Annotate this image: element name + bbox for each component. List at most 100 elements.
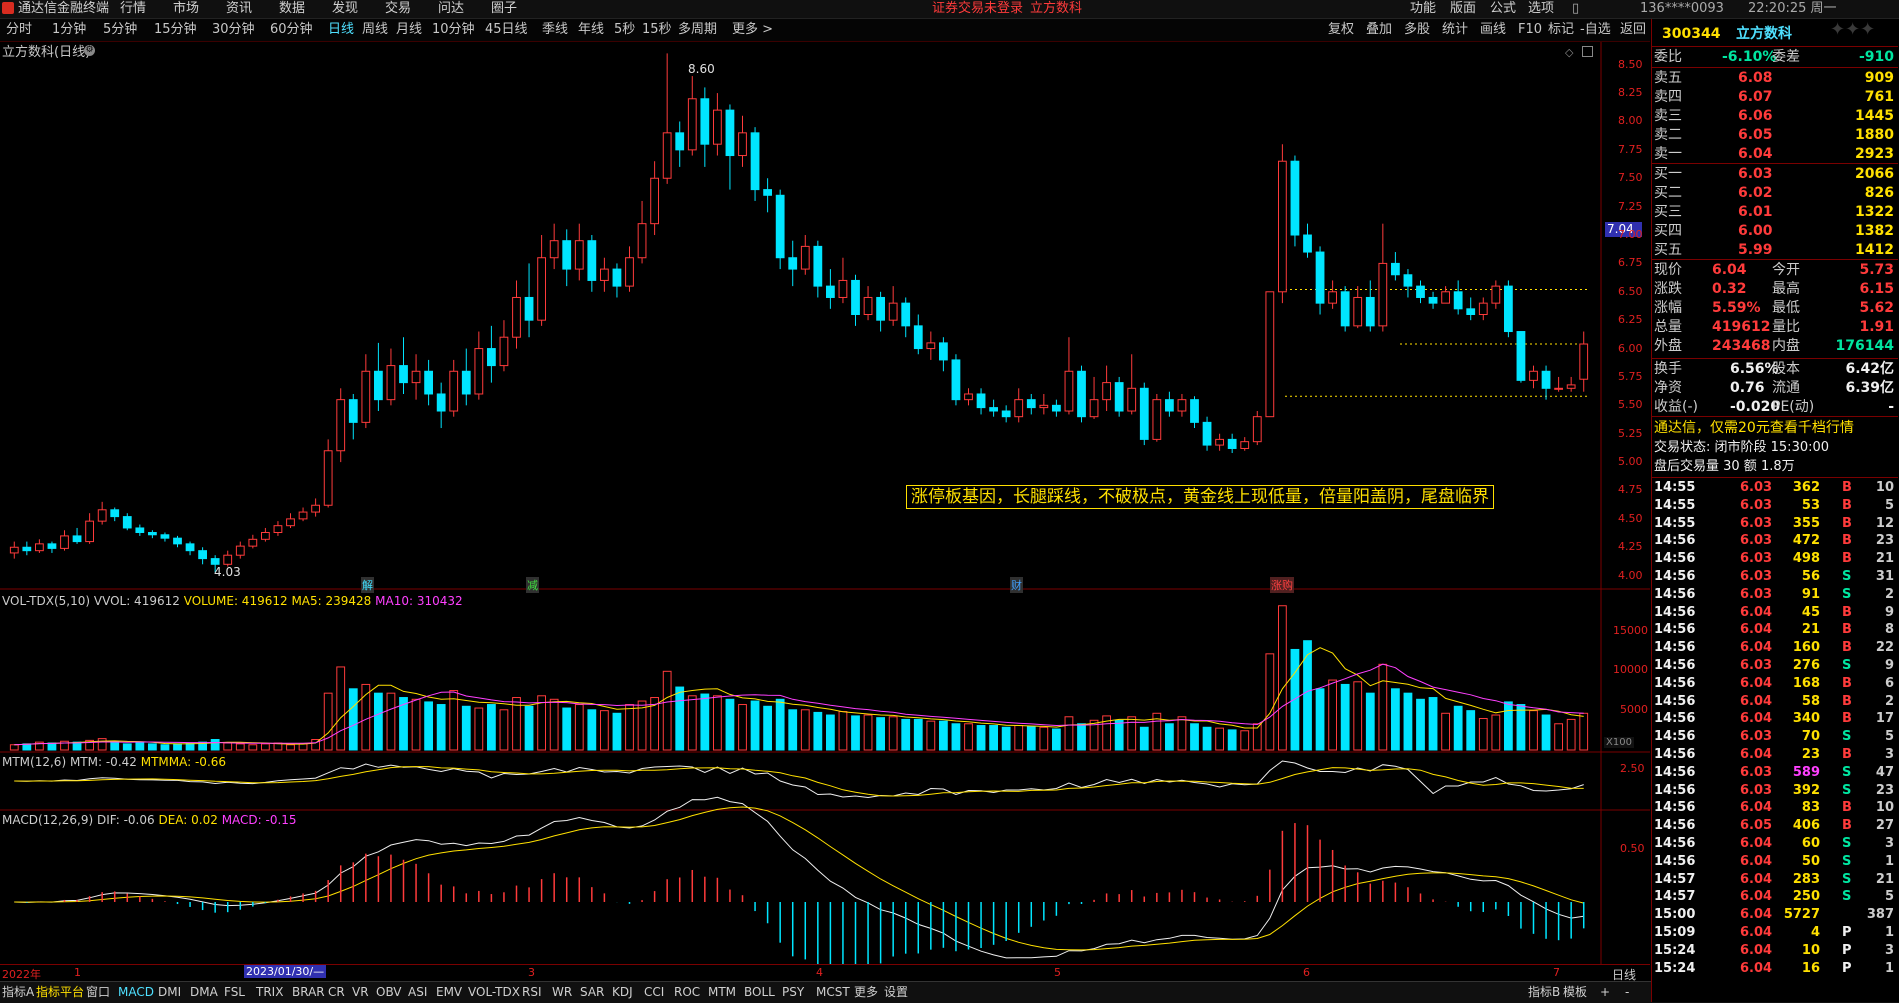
menu-item[interactable]: 交易 [385,1,411,17]
indicator-tab[interactable]: ASI [408,985,427,1000]
stat-row[interactable]: 涨幅 5.59% 最低 5.62 [1652,299,1898,317]
indicator-tab[interactable]: 指标平台 [36,985,84,1000]
tick-row[interactable]: 14:56 6.04 21 B 8 [1652,621,1898,639]
candle[interactable] [499,336,509,367]
tool-button[interactable]: F10 [1518,22,1542,38]
stat-row[interactable]: 现价 6.04 今开 5.73 [1652,261,1898,279]
candle[interactable] [286,518,295,527]
menu-item[interactable]: 选项 [1528,1,1554,17]
ask-row[interactable]: 卖三 6.06 1445 [1652,107,1898,125]
tick-row[interactable]: 14:57 6.04 250 S 5 [1652,888,1898,906]
indicator-right-button[interactable]: - [1625,985,1629,1000]
candle[interactable] [147,532,157,536]
indicator-tab[interactable]: VOL-TDX [468,985,520,1000]
ask-row[interactable]: 卖五 6.08 909 [1652,69,1898,87]
candle[interactable] [1453,291,1463,310]
indicator-tab[interactable]: 指标A [2,985,34,1000]
period-tab[interactable]: 60分钟 [270,22,313,38]
candle[interactable] [587,240,597,281]
period-tab[interactable]: 15分钟 [154,22,197,38]
candle[interactable] [562,240,572,270]
period-tab[interactable]: 45日线 [485,22,528,38]
candle[interactable] [9,546,19,554]
tick-row[interactable]: 14:56 6.04 23 B 3 [1652,746,1898,764]
candle[interactable] [549,240,559,259]
tick-row[interactable]: 14:56 6.04 168 B 6 [1652,675,1898,693]
candle[interactable] [1290,160,1300,236]
candle[interactable] [1390,262,1400,276]
candle[interactable] [964,393,973,401]
candle[interactable] [1177,399,1187,412]
period-tab[interactable]: 分时 [6,22,32,38]
period-tab[interactable]: 5分钟 [103,22,137,38]
indicator-tab[interactable]: BRAR [292,985,325,1000]
candle[interactable] [1416,285,1425,298]
candle[interactable] [662,132,672,179]
phone-icon[interactable]: ▯ [1572,1,1579,17]
event-tag[interactable]: 减 [526,577,539,593]
candle[interactable] [863,296,873,315]
candle[interactable] [1102,382,1112,401]
indicator-tab[interactable]: CCI [644,985,664,1000]
tick-row[interactable]: 14:56 6.03 472 B 23 [1652,532,1898,550]
period-tab[interactable]: 多周期 [678,22,717,38]
tool-button[interactable]: 返回 [1620,22,1646,38]
candle[interactable] [926,342,936,350]
indicator-tab[interactable]: RSI [522,985,542,1000]
candle[interactable] [612,268,622,287]
tick-row[interactable]: 14:56 6.04 60 S 3 [1652,835,1898,853]
menu-item[interactable]: 圈子 [491,1,517,17]
tick-row[interactable]: 14:56 6.03 589 S 47 [1652,764,1898,782]
candle[interactable] [1353,296,1363,327]
candle[interactable] [424,370,434,395]
candle[interactable] [223,554,233,565]
stat-row[interactable]: 涨跌 0.32 最高 6.15 [1652,280,1898,298]
tick-row[interactable]: 14:56 6.04 50 S 1 [1652,853,1898,871]
candle[interactable] [976,393,986,409]
tool-button[interactable]: 复权 [1328,22,1354,38]
menu-item[interactable]: 版面 [1450,1,1476,17]
candle[interactable] [1491,285,1501,304]
candle[interactable] [323,450,333,506]
stat-row[interactable]: 外盘 243468 内盘 176144 [1652,337,1898,355]
candle[interactable] [1466,308,1476,315]
period-tab[interactable]: 10分钟 [432,22,475,38]
candle[interactable] [34,543,44,552]
candle[interactable] [1051,404,1061,412]
candle[interactable] [298,511,308,520]
indicator-tab[interactable]: EMV [436,985,462,1000]
tool-button[interactable]: -自选 [1580,22,1611,38]
candle[interactable] [373,370,383,401]
candle[interactable] [436,393,446,412]
tick-row[interactable]: 15:00 6.04 5727 387 [1652,906,1898,924]
candle[interactable] [1365,296,1375,327]
candle[interactable] [1026,399,1036,409]
candle[interactable] [361,370,371,423]
tick-row[interactable]: 14:56 6.04 160 B 22 [1652,639,1898,657]
indicator-tab[interactable]: TRIX [256,985,283,1000]
candle[interactable] [1001,410,1011,418]
candle[interactable] [512,296,521,338]
candle[interactable] [888,302,898,321]
candle[interactable] [1164,399,1174,412]
bid-row[interactable]: 买三 6.01 1322 [1652,203,1898,221]
indicator-tab[interactable]: MACD [118,985,154,1000]
event-tag[interactable]: 涨购 [1270,577,1294,593]
tick-row[interactable]: 14:57 6.04 283 S 21 [1652,871,1898,889]
candle[interactable] [1064,370,1074,412]
period-tab[interactable]: 1分钟 [52,22,86,38]
candle[interactable] [750,132,760,191]
candle[interactable] [913,325,923,350]
candle[interactable] [348,399,358,423]
candle[interactable] [650,177,660,225]
candle[interactable] [1478,302,1488,316]
indicator-tab[interactable]: WR [552,985,572,1000]
menu-item[interactable]: 公式 [1490,1,1516,17]
stat-row[interactable]: 总量 419612 量比 1.91 [1652,318,1898,336]
candle[interactable] [1014,399,1024,418]
indicator-right-button[interactable]: + [1600,985,1610,1000]
tick-row[interactable]: 15:09 6.04 4 P 1 [1652,924,1898,942]
tool-button[interactable]: 叠加 [1366,22,1392,38]
indicator-tab[interactable]: 窗口 [86,985,110,1000]
indicator-right-button[interactable]: 模板 [1563,985,1587,1000]
